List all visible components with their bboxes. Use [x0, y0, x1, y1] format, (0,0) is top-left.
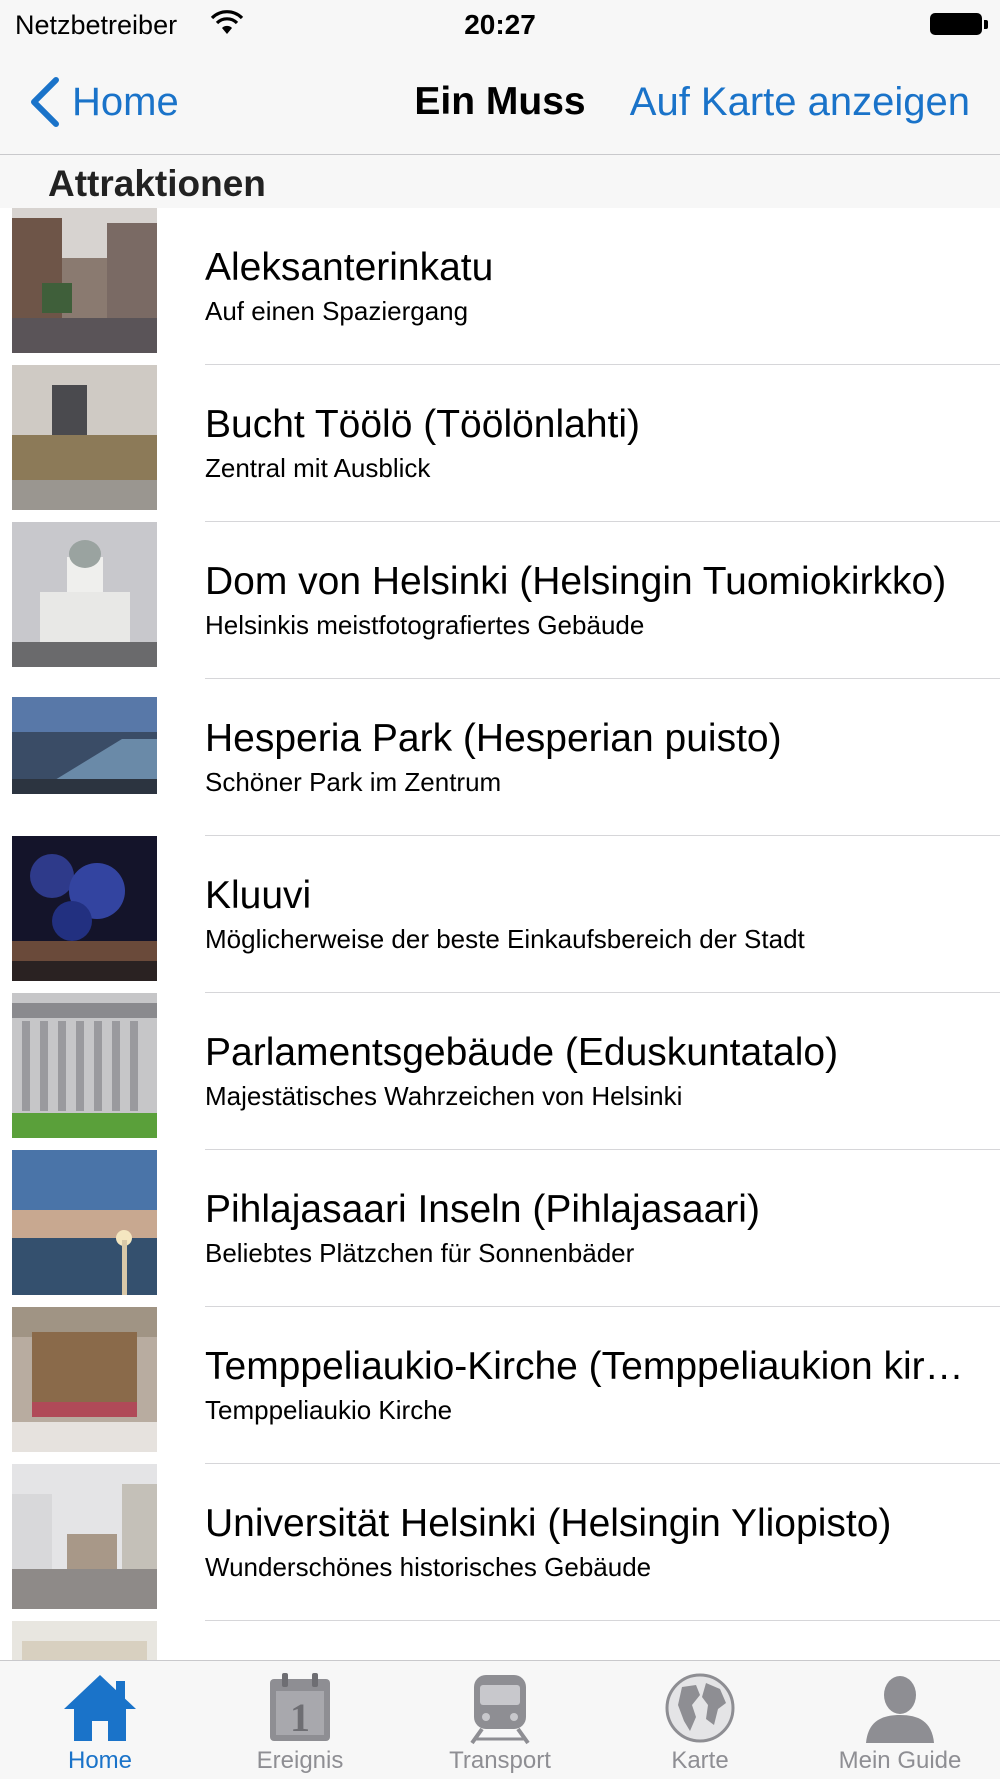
list-item[interactable]: Bucht Töölö (Töölönlahti) Zentral mit Au…: [0, 365, 1000, 522]
show-on-map-button[interactable]: Auf Karte anzeigen: [630, 80, 970, 125]
list-item[interactable]: Temppeliaukio-Kirche (Temppeliaukion kir…: [0, 1307, 1000, 1464]
section-title: Attraktionen: [48, 163, 266, 204]
item-subtitle: Majestätisches Wahrzeichen von Helsinki: [205, 1081, 683, 1111]
item-title: Aleksanterinkatu: [205, 246, 494, 289]
item-subtitle: Schöner Park im Zentrum: [205, 767, 502, 797]
item-title: Parlamentsgebäude (Eduskuntatalo): [205, 1031, 839, 1074]
thumbnail-image: [12, 1307, 157, 1452]
tab-bar: Home 1 Ereignis Transport Karte Mein Gui…: [0, 1660, 1000, 1779]
item-subtitle: Wunderschönes historisches Gebäude: [205, 1552, 652, 1582]
tab-label: Transport: [449, 1747, 551, 1774]
thumbnail-image: [12, 208, 157, 353]
list-item[interactable]: Hesperia Park (Hesperian puisto) Schöner…: [0, 679, 1000, 836]
calendar-icon: 1: [270, 1673, 330, 1741]
back-button-label: Home: [72, 79, 179, 124]
globe-icon: [665, 1673, 735, 1743]
attractions-list[interactable]: Aleksanterinkatu Auf einen Spaziergang B…: [0, 208, 1000, 1660]
thumbnail-image: [12, 1150, 157, 1295]
thumbnail-image: [12, 679, 157, 824]
back-button[interactable]: Home: [28, 74, 179, 130]
list-item[interactable]: Kluuvi Möglicherweise der beste Einkaufs…: [0, 836, 1000, 993]
list-item[interactable]: Dom von Helsinki (Helsingin Tuomiokirkko…: [0, 522, 1000, 679]
thumbnail-image: [12, 1464, 157, 1609]
tab-label: Home: [67, 1747, 133, 1774]
train-icon: [470, 1675, 530, 1745]
page-title: Ein Muss: [414, 80, 586, 123]
navigation-bar: Home Ein Muss Auf Karte anzeigen: [0, 50, 1000, 155]
svg-text:1: 1: [290, 1695, 310, 1740]
item-subtitle: Beliebtes Plätzchen für Sonnenbäder: [205, 1238, 635, 1268]
item-title: Temppeliaukio-Kirche (Temppeliaukion kir…: [205, 1345, 965, 1388]
item-title: Universität Helsinki (Helsingin Yliopist…: [205, 1502, 892, 1545]
tab-ereignis[interactable]: 1 Ereignis: [200, 1661, 400, 1779]
tab-mein-guide[interactable]: Mein Guide: [800, 1661, 1000, 1779]
section-header: Attraktionen: [0, 155, 1000, 208]
item-subtitle: Zentral mit Ausblick: [205, 453, 431, 483]
tab-transport[interactable]: Transport: [400, 1661, 600, 1779]
list-item[interactable]: Pihlajasaari Inseln (Pihlajasaari) Belie…: [0, 1150, 1000, 1307]
tab-home[interactable]: Home: [0, 1661, 200, 1779]
tab-label: Ereignis: [256, 1747, 344, 1774]
home-icon: [64, 1675, 136, 1741]
status-time: 20:27: [464, 9, 536, 40]
tab-label: Mein Guide: [838, 1747, 962, 1774]
person-icon: [866, 1676, 934, 1743]
list-item[interactable]: Aleksanterinkatu Auf einen Spaziergang: [0, 208, 1000, 365]
thumbnail-image: [12, 1621, 157, 1660]
item-subtitle: Temppeliaukio Kirche: [205, 1395, 453, 1425]
item-title: Kluuvi: [205, 874, 312, 917]
list-item[interactable]: Parlamentsgebäude (Eduskuntatalo) Majest…: [0, 993, 1000, 1150]
thumbnail-image: [12, 522, 157, 667]
item-title: Pihlajasaari Inseln (Pihlajasaari): [205, 1188, 760, 1231]
list-item[interactable]: [0, 1621, 1000, 1660]
tab-label: Karte: [671, 1747, 729, 1774]
list-item[interactable]: Universität Helsinki (Helsingin Yliopist…: [0, 1464, 1000, 1621]
chevron-left-icon: [31, 77, 59, 127]
item-subtitle: Auf einen Spaziergang: [205, 296, 469, 326]
item-title: Dom von Helsinki (Helsingin Tuomiokirkko…: [205, 560, 947, 603]
item-title: Bucht Töölö (Töölönlahti): [205, 403, 641, 446]
item-subtitle: Möglicherweise der beste Einkaufsbereich…: [205, 924, 805, 954]
thumbnail-image: [12, 836, 157, 981]
thumbnail-image: [12, 993, 157, 1138]
battery-icon: [930, 13, 988, 35]
tab-karte[interactable]: Karte: [600, 1661, 800, 1779]
status-bar: Netzbetreiber 20:27: [0, 0, 1000, 50]
thumbnail-image: [12, 365, 157, 510]
item-title: Hesperia Park (Hesperian puisto): [205, 717, 782, 760]
item-subtitle: Helsinkis meistfotografiertes Gebäude: [205, 610, 645, 640]
